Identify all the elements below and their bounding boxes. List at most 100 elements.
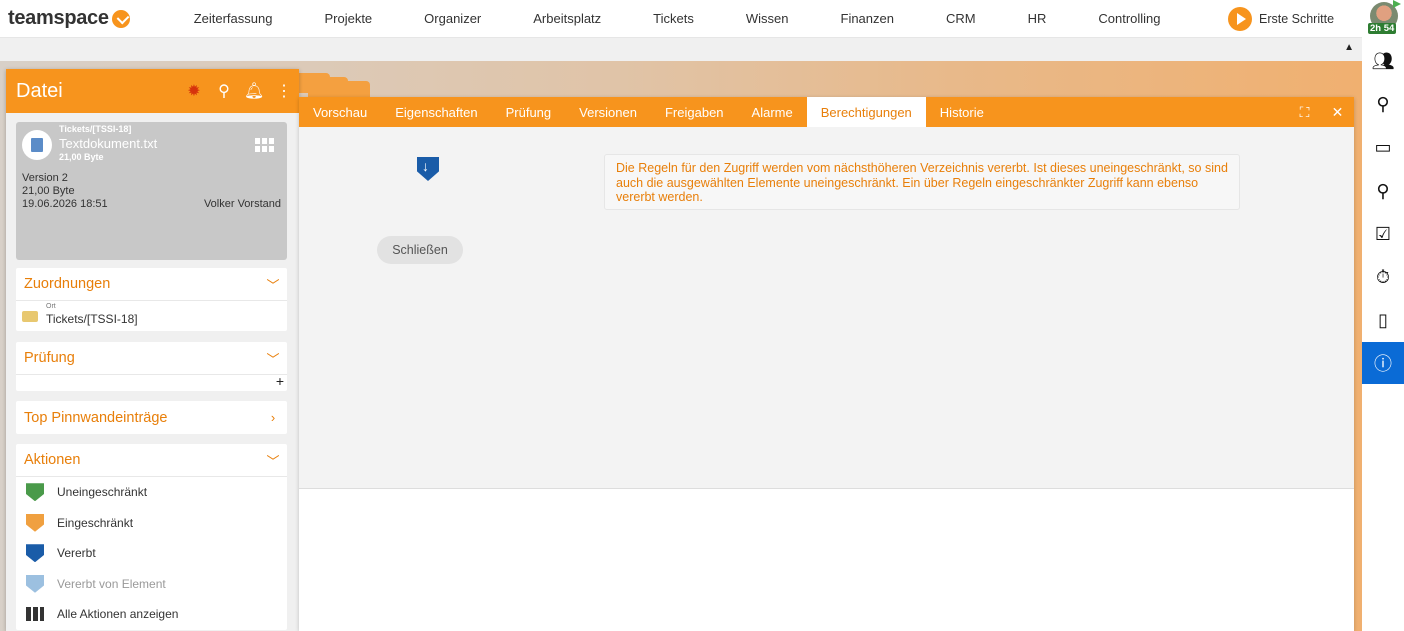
zuordnungen-title: Zuordnungen — [24, 276, 111, 292]
file-path: Tickets/[TSSI-18] — [59, 124, 132, 134]
pin-icon[interactable]: ⚲ — [209, 81, 239, 101]
close-icon[interactable]: ✕ — [1321, 97, 1354, 127]
chevron-down-icon: ﹀ — [266, 351, 280, 367]
briefcase-icon[interactable]: ▭ — [1362, 126, 1404, 168]
close-button[interactable]: Schließen — [377, 236, 463, 264]
top-navigation: teamspace Zeiterfassung Projekte Organiz… — [0, 0, 1362, 38]
nav-controlling[interactable]: Controlling — [1098, 11, 1160, 26]
action-label: Vererbt von Element — [57, 576, 166, 591]
file-dialog: Vorschau Eigenschaften Prüfung Versionen… — [299, 97, 1354, 631]
tab-alarme[interactable]: Alarme — [738, 97, 807, 127]
main-nav: Zeiterfassung Projekte Organizer Arbeits… — [166, 11, 1161, 26]
nav-zeiterfassung[interactable]: Zeiterfassung — [194, 11, 273, 26]
file-panel-title: Datei — [16, 79, 63, 102]
contacts-icon[interactable]: 👥︎ — [1362, 40, 1404, 82]
pruefung-title: Prüfung — [24, 350, 75, 366]
timer-badge[interactable]: 2h 54 — [1368, 23, 1397, 34]
nav-tickets[interactable]: Tickets — [653, 11, 694, 26]
tab-berechtigungen[interactable]: Berechtigungen — [806, 97, 926, 127]
shield-restricted-icon — [26, 513, 44, 532]
document-icon — [22, 130, 52, 160]
dialog-tabs: Vorschau Eigenschaften Prüfung Versionen… — [299, 97, 1354, 127]
file-date: 19.06.2026 18:51 — [22, 198, 108, 210]
file-user: Volker Vorstand — [203, 198, 281, 210]
dialog-controls: ⛶ ✕ — [1288, 97, 1354, 127]
search-icon[interactable]: ⚲ — [1362, 83, 1404, 125]
file-version: Version 2 — [22, 172, 68, 184]
file-card: Tickets/[TSSI-18] Textdokument.txt 21,00… — [16, 122, 287, 260]
chevron-down-icon: ﹀ — [266, 277, 280, 293]
tab-versionen[interactable]: Versionen — [565, 97, 651, 127]
file-panel-header: Datei ✹ ⚲ 🔔︎ ⋮ — [6, 69, 299, 113]
section-aktionen: Aktionen ﹀ Uneingeschränkt Eingeschränkt… — [16, 444, 287, 630]
add-icon[interactable]: + — [276, 373, 284, 389]
action-label: Eingeschränkt — [57, 515, 134, 530]
action-vererbt-von-element[interactable]: Vererbt von Element — [16, 569, 287, 600]
nav-organizer[interactable]: Organizer — [424, 11, 481, 26]
grid-icon — [26, 607, 44, 622]
zuordnungen-header[interactable]: Zuordnungen ﹀ — [16, 268, 287, 301]
shield-inherited-element-icon — [26, 574, 44, 593]
first-steps-label: Erste Schritte — [1259, 12, 1335, 26]
pruefung-header[interactable]: Prüfung ﹀ — [16, 342, 287, 375]
nav-hr[interactable]: HR — [1028, 11, 1047, 26]
chevron-down-icon: ﹀ — [266, 453, 280, 469]
file-name: Textdokument.txt — [59, 136, 158, 151]
location-value: Tickets/[TSSI-18] — [46, 312, 138, 326]
right-sidebar: 2h 54 👥︎ ⚲ ▭ ⚲ ☑ ⏱︎ ▯ ⓘ — [1362, 0, 1404, 631]
shield-unrestricted-icon — [26, 483, 44, 502]
action-eingeschraenkt[interactable]: Eingeschränkt — [16, 508, 287, 539]
logo-text: teamspace — [8, 7, 109, 29]
file-size: 21,00 Byte — [22, 185, 75, 197]
shield-inherited-icon — [26, 544, 44, 563]
chevron-right-icon: › — [270, 410, 276, 425]
tab-vorschau[interactable]: Vorschau — [299, 97, 381, 127]
action-show-all[interactable]: Alle Aktionen anzeigen — [16, 599, 287, 630]
action-label: Uneingeschränkt — [57, 485, 148, 500]
play-icon — [1228, 7, 1252, 31]
nav-finanzen[interactable]: Finanzen — [841, 11, 894, 26]
maximize-icon[interactable]: ⛶ — [1288, 97, 1321, 127]
stopwatch-icon[interactable]: ⏱︎ — [1362, 256, 1404, 298]
status-flag-icon — [1393, 0, 1401, 8]
file-size-small: 21,00 Byte — [59, 152, 104, 162]
section-zuordnungen: Zuordnungen ﹀ Ort Tickets/[TSSI-18] — [16, 268, 287, 331]
section-pinnwand: Top Pinnwandeinträge › — [16, 401, 287, 434]
action-vererbt[interactable]: Vererbt — [16, 538, 287, 569]
tab-eigenschaften[interactable]: Eigenschaften — [381, 97, 491, 127]
aktionen-title: Aktionen — [24, 452, 81, 468]
pinnwand-header[interactable]: Top Pinnwandeinträge › — [16, 401, 287, 434]
action-uneingeschraenkt[interactable]: Uneingeschränkt — [16, 477, 287, 508]
tab-freigaben[interactable]: Freigaben — [651, 97, 738, 127]
inheritance-notice: Die Regeln für den Zugriff werden vom nä… — [604, 154, 1240, 210]
pinnwand-title: Top Pinnwandeinträge — [24, 409, 168, 426]
task-check-icon[interactable]: ☑ — [1362, 213, 1404, 255]
location-row[interactable]: Ort Tickets/[TSSI-18] — [16, 301, 287, 331]
sub-strip: ▲ — [0, 38, 1362, 61]
tab-pruefung[interactable]: Prüfung — [492, 97, 566, 127]
folder-icon — [22, 311, 38, 322]
action-label: Vererbt — [57, 546, 96, 561]
bell-icon[interactable]: 🔔︎ — [239, 81, 269, 101]
shield-inherited-icon — [417, 157, 439, 181]
nav-projekte[interactable]: Projekte — [324, 11, 372, 26]
grid-menu-icon[interactable] — [255, 138, 275, 152]
nav-wissen[interactable]: Wissen — [746, 11, 789, 26]
section-pruefung: Prüfung ﹀ + — [16, 342, 287, 391]
info-icon[interactable]: ⓘ — [1362, 342, 1404, 384]
nav-arbeitsplatz[interactable]: Arbeitsplatz — [533, 11, 601, 26]
bug-icon[interactable]: ✹ — [179, 81, 209, 101]
logo[interactable]: teamspace — [8, 7, 130, 30]
permissions-body: Die Regeln für den Zugriff werden vom nä… — [299, 127, 1354, 489]
tab-historie[interactable]: Historie — [926, 97, 998, 127]
pruefung-add-row: + — [16, 373, 287, 391]
aktionen-header[interactable]: Aktionen ﹀ — [16, 444, 287, 477]
location-label: Ort — [46, 303, 56, 310]
more-vertical-icon[interactable]: ⋮ — [269, 81, 299, 101]
pin-icon[interactable]: ⚲ — [1362, 170, 1404, 212]
first-steps-button[interactable]: Erste Schritte — [1228, 7, 1334, 31]
collapse-up-icon[interactable]: ▲ — [1344, 42, 1354, 53]
nav-crm[interactable]: CRM — [946, 11, 976, 26]
mobile-icon[interactable]: ▯ — [1362, 299, 1404, 341]
file-panel: Datei ✹ ⚲ 🔔︎ ⋮ Tickets/[TSSI-18] Textdok… — [6, 69, 299, 631]
